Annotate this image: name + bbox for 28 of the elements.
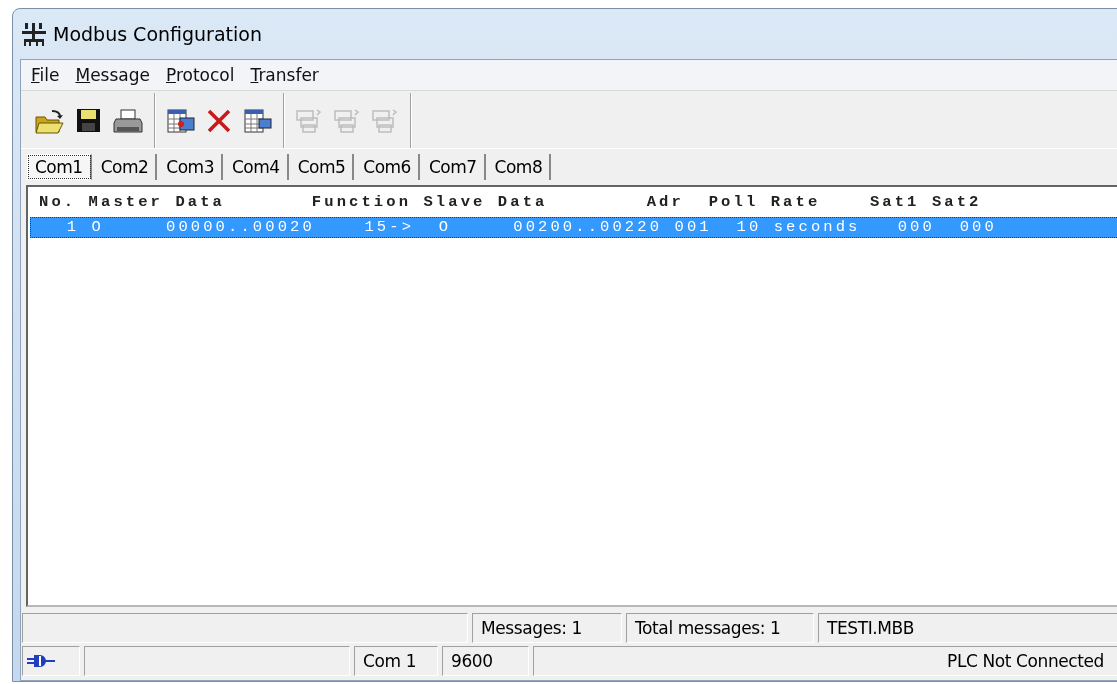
printer-icon bbox=[113, 106, 143, 135]
status-text: 9600 bbox=[442, 646, 529, 676]
table-edit-icon bbox=[243, 106, 272, 135]
stacked-windows-icon bbox=[371, 106, 399, 135]
status-text: Com 1 bbox=[354, 646, 438, 676]
tab[interactable]: Com8 bbox=[487, 154, 552, 180]
tab[interactable]: Com3 bbox=[159, 154, 223, 180]
menu-item[interactable]: File bbox=[24, 65, 67, 85]
table-add-icon bbox=[166, 106, 195, 135]
window-title: Modbus Configuration bbox=[53, 23, 262, 45]
menu-item[interactable]: Message bbox=[68, 65, 157, 85]
tab[interactable]: Com5 bbox=[290, 154, 355, 180]
status-text: TESTI.MBB bbox=[818, 613, 1117, 643]
column-header: No. Master Data Function Slave Data Adr Poll Rate Sat1 Sat2 bbox=[38, 193, 982, 212]
tab[interactable]: Com4 bbox=[224, 154, 289, 180]
plug-icon bbox=[27, 653, 55, 669]
app-icon bbox=[21, 21, 47, 47]
menu-item[interactable]: Transfer bbox=[243, 65, 326, 85]
tab[interactable]: Com1 bbox=[27, 154, 92, 180]
menu-item[interactable]: Protocol bbox=[158, 65, 242, 85]
stacked-windows-icon bbox=[295, 106, 323, 135]
tab[interactable]: Com7 bbox=[421, 154, 486, 180]
stacked-windows-icon bbox=[333, 106, 361, 135]
tab[interactable]: Com2 bbox=[93, 154, 158, 180]
status-text: Messages: 1 bbox=[472, 613, 622, 643]
status-text: Total messages: 1 bbox=[626, 613, 814, 643]
status-text: PLC Not Connected bbox=[533, 646, 1117, 676]
tab[interactable]: Com6 bbox=[356, 154, 420, 180]
